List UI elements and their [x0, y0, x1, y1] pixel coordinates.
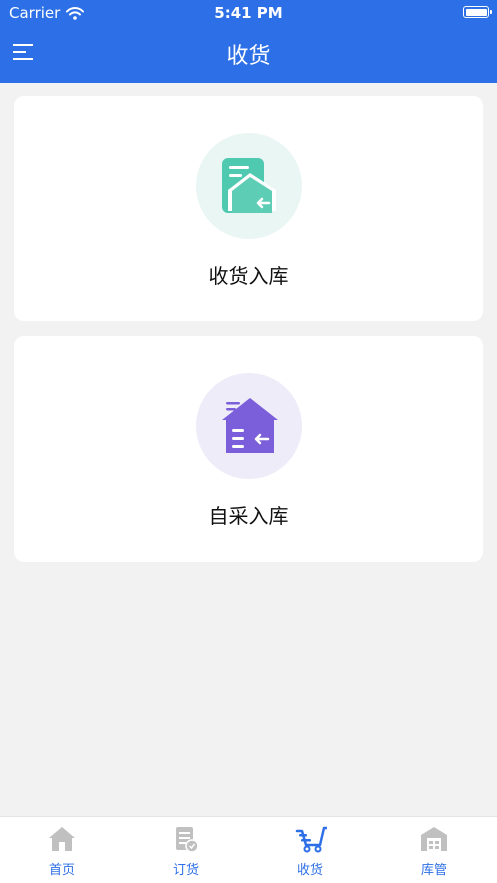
tab-receive[interactable]: 收货 — [248, 817, 372, 883]
tab-warehouse[interactable]: 库管 — [372, 817, 496, 883]
bottom-tab-bar: 首页 订货 收货 库管 — [0, 816, 497, 883]
status-time: 5:41 PM — [214, 4, 283, 22]
battery-icon — [463, 6, 492, 18]
status-bar: Carrier 5:41 PM — [0, 0, 497, 26]
cart-icon — [295, 826, 327, 853]
app-header: Carrier 5:41 PM 收货 — [0, 0, 497, 83]
tab-warehouse-label: 库管 — [420, 863, 447, 878]
warehouse-icon — [421, 827, 447, 851]
self-purchase-storage-card[interactable]: 自采入库 — [14, 336, 483, 562]
receive-storage-icon — [196, 133, 302, 239]
self-purchase-storage-icon — [196, 373, 302, 479]
tab-order[interactable]: 订货 — [124, 817, 248, 883]
receive-storage-card[interactable]: 收货入库 — [14, 96, 483, 321]
page-title: 收货 — [226, 44, 271, 69]
receive-storage-label: 收货入库 — [208, 264, 289, 288]
tab-receive-label: 收货 — [296, 863, 323, 878]
home-icon — [49, 827, 75, 851]
tab-home[interactable]: 首页 — [0, 817, 124, 883]
tab-home-label: 首页 — [48, 863, 75, 878]
self-purchase-storage-label: 自采入库 — [208, 504, 289, 528]
tab-order-label: 订货 — [172, 863, 199, 878]
order-icon — [176, 827, 199, 853]
